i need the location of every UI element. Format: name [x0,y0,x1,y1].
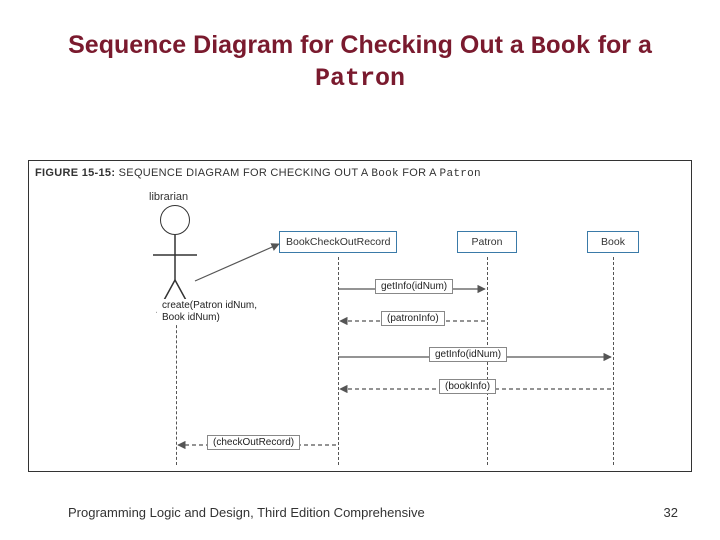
msg-bookinfo: (bookInfo) [439,379,496,394]
figure-caption: FIGURE 15-15: SEQUENCE DIAGRAM FOR CHECK… [35,167,481,180]
title-book: Book [531,32,591,61]
title-patron: Patron [315,64,405,93]
msg-checkout-record: (checkOutRecord) [207,435,300,450]
title-prefix: Sequence Diagram for Checking Out a [68,31,531,59]
msg-create: create(Patron idNum, Book idNum) [157,299,262,324]
lifeline-librarian [176,315,177,465]
object-book: Book [587,231,639,253]
figure-label: FIGURE 15-15: [35,167,115,179]
msg-getinfo-patron: getInfo(idNum) [375,279,453,294]
object-patron: Patron [457,231,517,253]
object-book-checkout-record: BookCheckOutRecord [279,231,397,253]
lifeline-bcr [338,257,339,465]
figure-cap-book: Book [371,168,399,180]
page-number: 32 [664,505,678,520]
footer-text: Programming Logic and Design, Third Edit… [68,505,425,520]
message-arrows [29,161,693,473]
actor-label: librarian [149,191,188,203]
figure-cap-patron: Patron [440,168,481,180]
slide-title: Sequence Diagram for Checking Out a Book… [0,0,720,101]
figure-cap-plain1: SEQUENCE DIAGRAM FOR CHECKING OUT A [115,167,371,179]
figure-cap-plain2: FOR A [399,167,440,179]
sequence-diagram-figure: FIGURE 15-15: SEQUENCE DIAGRAM FOR CHECK… [28,160,692,472]
lifeline-book [613,257,614,465]
msg-getinfo-book: getInfo(idNum) [429,347,507,362]
msg-patroninfo: (patronInfo) [381,311,445,326]
title-mid: for a [591,31,652,59]
